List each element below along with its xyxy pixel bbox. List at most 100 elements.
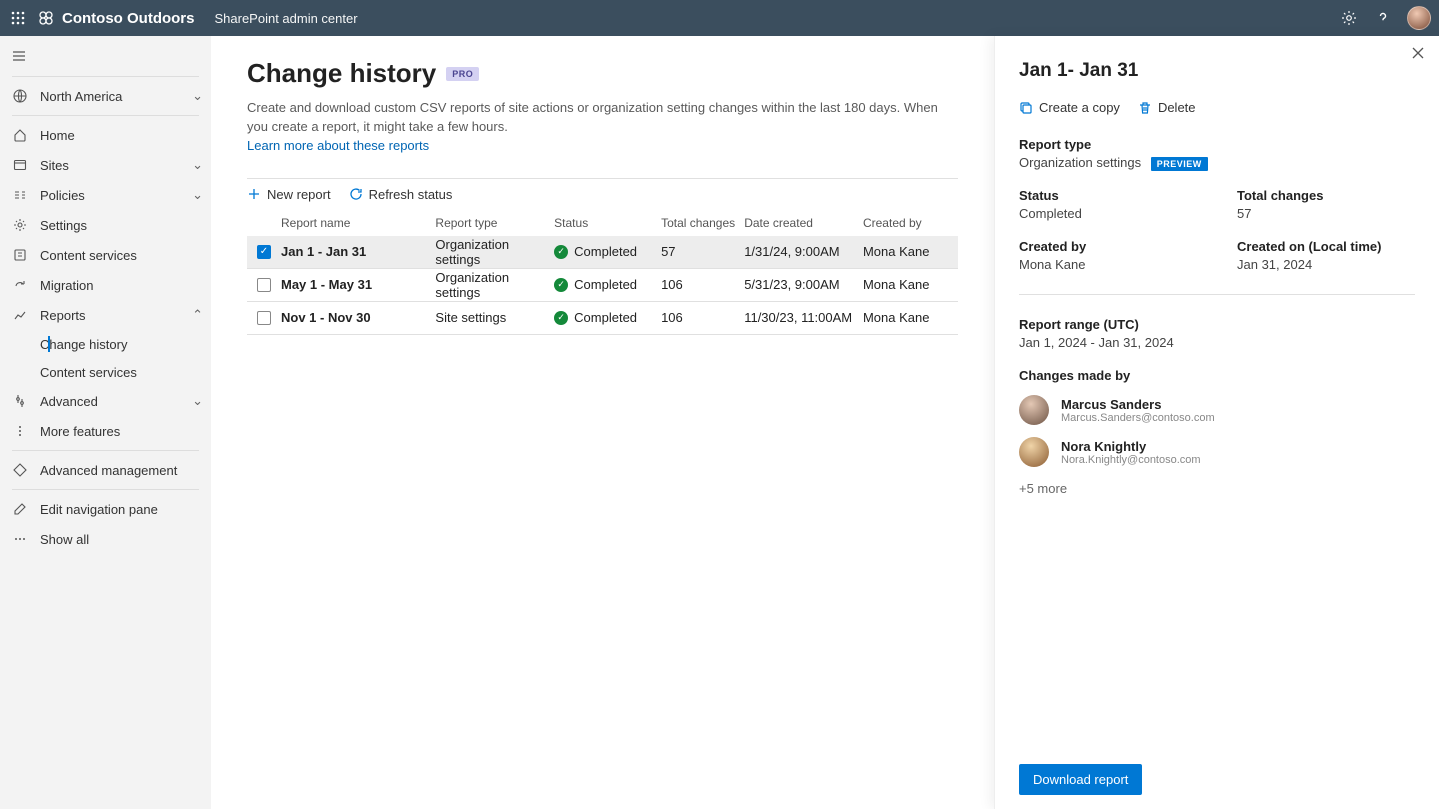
sidebar-item-home[interactable]: Home xyxy=(0,120,211,150)
panel-title: Jan 1- Jan 31 xyxy=(1019,60,1415,82)
more-horizontal-icon xyxy=(12,531,28,547)
preview-badge: PREVIEW xyxy=(1151,157,1208,171)
row-checkbox[interactable] xyxy=(257,311,271,325)
policies-icon xyxy=(12,187,28,203)
sidebar-item-advanced-management[interactable]: Advanced management xyxy=(0,455,211,485)
sidebar-item-show-all[interactable]: Show all xyxy=(0,524,211,554)
field-created-on-value: Jan 31, 2024 xyxy=(1237,257,1415,272)
sidebar-region-label: North America xyxy=(40,89,192,104)
trash-icon xyxy=(1138,101,1152,115)
table-header-row: Report name Report type Status Total cha… xyxy=(247,210,958,236)
sidebar-collapse-button[interactable] xyxy=(0,40,211,72)
details-panel: Jan 1- Jan 31 Create a copy Delete Repor… xyxy=(994,36,1439,809)
diamond-icon xyxy=(12,462,28,478)
sidebar-item-sites[interactable]: Sites ⌄ xyxy=(0,150,211,180)
brand-name: Contoso Outdoors xyxy=(62,10,194,27)
page-description: Create and download custom CSV reports o… xyxy=(247,99,958,156)
reports-icon xyxy=(12,307,28,323)
person-name: Marcus Sanders xyxy=(1061,397,1215,412)
cell-status: ✓Completed xyxy=(554,244,661,259)
sidebar: North America ⌄ Home Sites ⌄ Policies ⌄ … xyxy=(0,36,211,809)
sidebar-item-edit-nav[interactable]: Edit navigation pane xyxy=(0,494,211,524)
field-created-by-label: Created by xyxy=(1019,239,1197,254)
table-row[interactable]: Nov 1 - Nov 30Site settings✓Completed106… xyxy=(247,302,958,335)
sidebar-item-settings[interactable]: Settings xyxy=(0,210,211,240)
field-range-value: Jan 1, 2024 - Jan 31, 2024 xyxy=(1019,335,1415,350)
sidebar-item-reports[interactable]: Reports ⌃ xyxy=(0,300,211,330)
col-date-created[interactable]: Date created xyxy=(744,216,863,230)
cell-report-type: Site settings xyxy=(435,310,554,325)
cell-created-by: Mona Kane xyxy=(863,310,958,325)
sidebar-item-policies[interactable]: Policies ⌄ xyxy=(0,180,211,210)
waffle-icon[interactable] xyxy=(8,8,28,28)
cell-status: ✓Completed xyxy=(554,310,661,325)
field-changes-by-label: Changes made by xyxy=(1019,368,1415,383)
col-report-name[interactable]: Report name xyxy=(281,216,435,230)
page-title: Change history xyxy=(247,58,436,89)
cell-date-created: 11/30/23, 11:00AM xyxy=(744,310,863,325)
chevron-down-icon: ⌄ xyxy=(192,88,203,104)
sidebar-region[interactable]: North America ⌄ xyxy=(0,81,211,111)
table-row[interactable]: May 1 - May 31Organization settings✓Comp… xyxy=(247,269,958,302)
sidebar-subitem-content-services[interactable]: Content services xyxy=(28,358,211,386)
pro-badge: PRO xyxy=(446,67,479,81)
sites-icon xyxy=(12,157,28,173)
cell-total-changes: 57 xyxy=(661,244,744,259)
command-bar: New report Refresh status xyxy=(247,178,958,210)
create-copy-button[interactable]: Create a copy xyxy=(1019,100,1120,115)
sidebar-subitem-change-history[interactable]: Change history xyxy=(28,330,211,358)
refresh-status-button[interactable]: Refresh status xyxy=(349,187,453,202)
person-email: Nora.Knightly@contoso.com xyxy=(1061,454,1201,466)
content-services-icon xyxy=(12,247,28,263)
edit-icon xyxy=(12,501,28,517)
cell-total-changes: 106 xyxy=(661,310,744,325)
help-icon[interactable] xyxy=(1373,8,1393,28)
sidebar-item-migration[interactable]: Migration xyxy=(0,270,211,300)
cell-date-created: 5/31/23, 9:00AM xyxy=(744,277,863,292)
cell-created-by: Mona Kane xyxy=(863,244,958,259)
sidebar-item-more-features[interactable]: More features xyxy=(0,416,211,446)
brand[interactable]: Contoso Outdoors xyxy=(38,10,194,27)
home-icon xyxy=(12,127,28,143)
col-report-type[interactable]: Report type xyxy=(435,216,554,230)
download-report-button[interactable]: Download report xyxy=(1019,764,1142,795)
copy-icon xyxy=(1019,101,1033,115)
cell-report-name: May 1 - May 31 xyxy=(281,277,435,292)
chevron-down-icon: ⌄ xyxy=(192,187,203,203)
col-status[interactable]: Status xyxy=(554,216,661,230)
cell-report-type: Organization settings xyxy=(435,270,554,300)
refresh-icon xyxy=(349,187,363,201)
person-avatar xyxy=(1019,395,1049,425)
sidebar-item-content-services[interactable]: Content services xyxy=(0,240,211,270)
globe-icon xyxy=(12,88,28,104)
more-people-link[interactable]: +5 more xyxy=(1019,481,1415,496)
settings-gear-icon[interactable] xyxy=(1339,8,1359,28)
learn-more-link[interactable]: Learn more about these reports xyxy=(247,138,429,153)
field-status-value: Completed xyxy=(1019,206,1197,221)
status-completed-icon: ✓ xyxy=(554,278,568,292)
user-avatar[interactable] xyxy=(1407,6,1431,30)
table-row[interactable]: Jan 1 - Jan 31Organization settings✓Comp… xyxy=(247,236,958,269)
row-checkbox[interactable] xyxy=(257,278,271,292)
person-email: Marcus.Sanders@contoso.com xyxy=(1061,412,1215,424)
chevron-down-icon: ⌄ xyxy=(192,157,203,173)
cell-total-changes: 106 xyxy=(661,277,744,292)
cell-report-type: Organization settings xyxy=(435,237,554,267)
new-report-button[interactable]: New report xyxy=(247,187,331,202)
delete-button[interactable]: Delete xyxy=(1138,100,1196,115)
person-row: Nora Knightly Nora.Knightly@contoso.com xyxy=(1019,437,1415,467)
more-vertical-icon xyxy=(12,423,28,439)
col-total-changes[interactable]: Total changes xyxy=(661,216,744,230)
gear-icon xyxy=(12,217,28,233)
col-created-by[interactable]: Created by xyxy=(863,216,958,230)
plus-icon xyxy=(247,187,261,201)
field-total-value: 57 xyxy=(1237,206,1415,221)
advanced-icon xyxy=(12,393,28,409)
chevron-up-icon: ⌃ xyxy=(192,307,203,323)
cell-report-name: Nov 1 - Nov 30 xyxy=(281,310,435,325)
close-panel-button[interactable] xyxy=(1411,46,1425,60)
sidebar-item-advanced[interactable]: Advanced ⌄ xyxy=(0,386,211,416)
row-checkbox[interactable] xyxy=(257,245,271,259)
reports-table: Report name Report type Status Total cha… xyxy=(247,210,958,335)
app-subtitle: SharePoint admin center xyxy=(214,11,357,26)
